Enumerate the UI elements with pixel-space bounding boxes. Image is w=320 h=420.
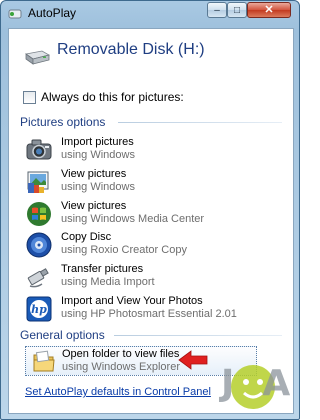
media-center-icon	[27, 202, 51, 226]
removable-disk-icon	[25, 50, 50, 65]
section-divider	[114, 335, 282, 336]
title-bar[interactable]: AutoPlay – □ ✕	[1, 1, 299, 27]
option-view-pictures-media-center[interactable]: View pictures using Windows Media Center	[19, 199, 281, 229]
svg-text:hp: hp	[31, 303, 47, 316]
option-subtitle: using Windows	[61, 149, 135, 161]
maximize-button[interactable]: □	[227, 2, 247, 18]
option-title: Transfer pictures	[61, 263, 144, 275]
option-view-pictures-windows[interactable]: View pictures using Windows	[19, 167, 281, 197]
always-do-this-label: Always do this for pictures:	[41, 90, 184, 104]
pictures-options-label: Pictures options	[20, 115, 106, 129]
option-title: View pictures	[61, 168, 127, 180]
option-subtitle: using Windows Media Center	[61, 213, 205, 225]
option-title: View pictures	[61, 200, 127, 212]
option-subtitle: using HP Photosmart Essential 2.01	[61, 308, 237, 320]
device-title: Removable Disk (H:)	[57, 41, 205, 58]
folder-icon	[33, 350, 55, 372]
usb-transfer-icon	[27, 268, 49, 288]
minimize-button[interactable]: –	[207, 2, 227, 18]
option-import-pictures[interactable]: Import pictures using Windows	[19, 135, 281, 165]
picture-viewer-icon	[27, 171, 49, 193]
watermark-text: JA	[218, 363, 299, 404]
window-title: AutoPlay	[28, 6, 77, 20]
always-do-this-checkbox-row[interactable]: Always do this for pictures:	[23, 90, 184, 104]
option-subtitle: using Media Import	[61, 276, 155, 288]
device-header: Removable Disk (H:)	[9, 29, 293, 79]
option-title: Open folder to view files	[62, 348, 180, 360]
option-title: Copy Disc	[61, 231, 112, 243]
autoplay-window: AutoPlay – □ ✕ Removable Disk (H:) Alway…	[0, 0, 300, 420]
watermark-logo: JA	[218, 363, 299, 409]
option-transfer-pictures[interactable]: Transfer pictures using Media Import	[19, 262, 281, 292]
option-subtitle: using Roxio Creator Copy	[61, 244, 187, 256]
section-divider	[118, 122, 282, 123]
close-button[interactable]: ✕	[247, 2, 291, 18]
roxio-disc-icon	[26, 232, 52, 258]
autoplay-icon	[8, 9, 22, 19]
option-subtitle: using Windows Explorer	[62, 361, 180, 373]
option-hp-photosmart[interactable]: hp Import and View Your Photos using HP …	[19, 294, 281, 324]
hp-logo-icon: hp	[26, 296, 52, 322]
general-options-label: General options	[20, 328, 105, 342]
camera-icon	[26, 139, 52, 160]
option-title: Import and View Your Photos	[61, 295, 203, 307]
option-title: Import pictures	[61, 136, 134, 148]
pictures-options-section: Pictures options	[18, 115, 284, 129]
option-copy-disc[interactable]: Copy Disc using Roxio Creator Copy	[19, 230, 281, 260]
option-subtitle: using Windows	[61, 181, 135, 193]
autoplay-defaults-link[interactable]: Set AutoPlay defaults in Control Panel	[25, 386, 211, 398]
always-do-this-checkbox[interactable]	[23, 90, 36, 104]
